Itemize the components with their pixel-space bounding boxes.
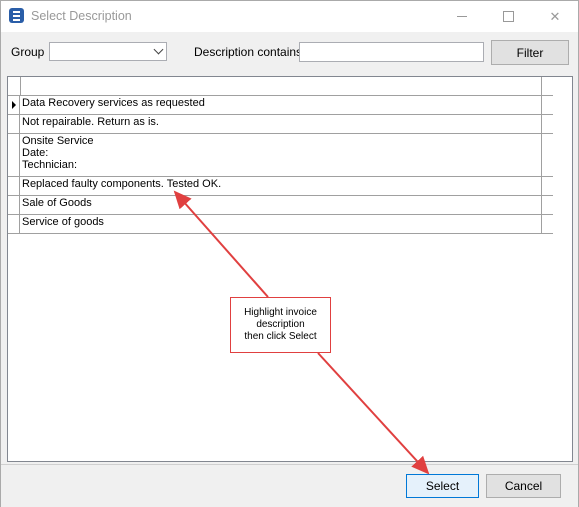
- arrow-to-description-row: [173, 190, 269, 298]
- callout-text: Highlight invoice description then click…: [244, 307, 317, 342]
- arrow-to-select-button: [317, 352, 430, 475]
- annotation-arrows: [173, 190, 430, 475]
- instruction-callout: Highlight invoice description then click…: [230, 297, 331, 353]
